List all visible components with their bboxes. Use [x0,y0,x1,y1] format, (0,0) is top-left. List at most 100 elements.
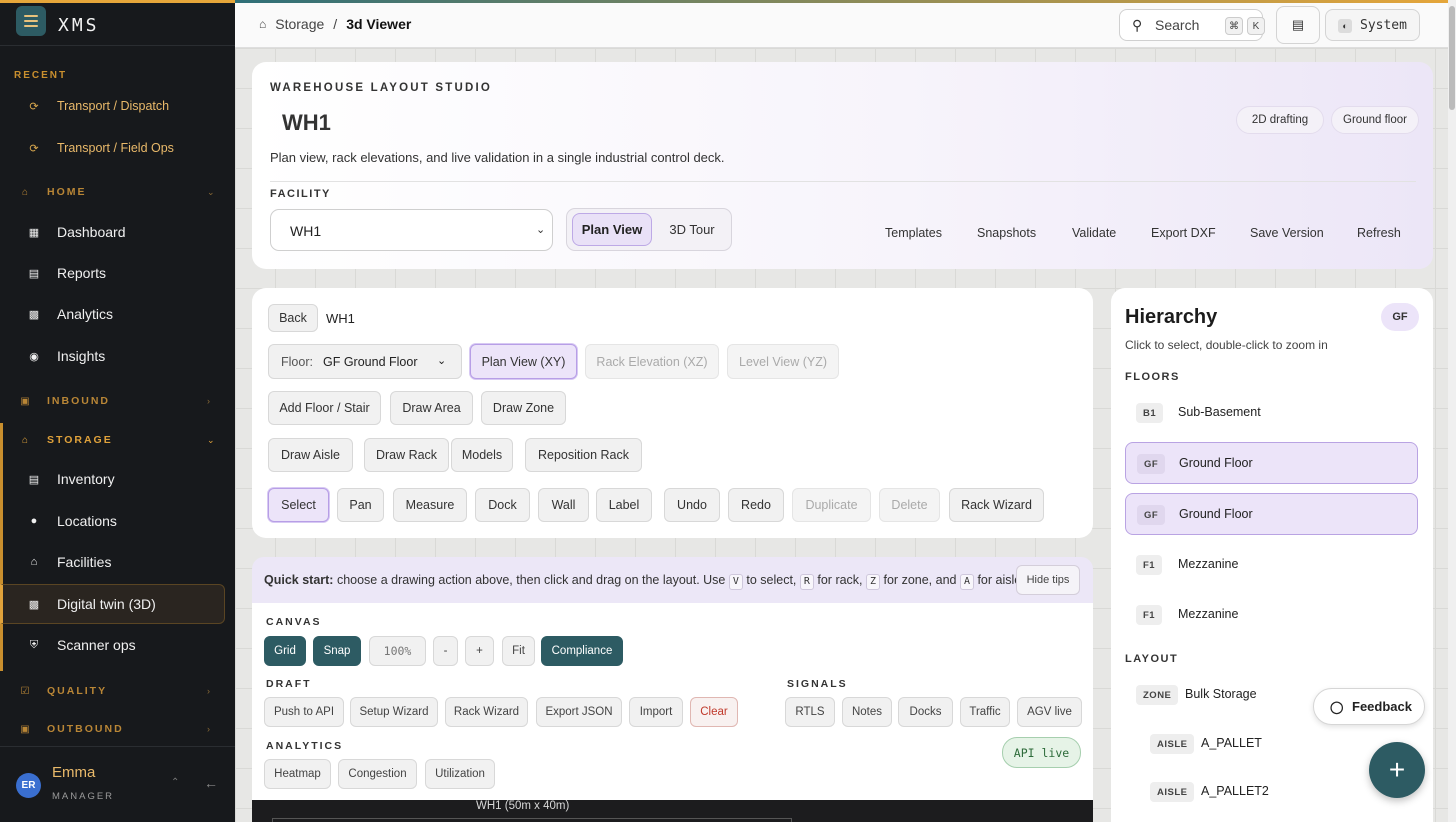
app-logo: XMS [58,15,100,36]
import-button[interactable]: Import [629,697,683,727]
draw-area-button[interactable]: Draw Area [390,391,473,425]
sidebar-item-digital-twin[interactable]: ▩ Digital twin (3D) [0,585,235,623]
hide-tips-button[interactable]: Hide tips [1016,565,1080,595]
menu-icon[interactable] [16,6,46,36]
nav-group-inbound[interactable]: ▣ INBOUND › [0,385,235,417]
nav-group-outbound[interactable]: ▣ OUTBOUND › [0,713,235,745]
pan-tool-button[interactable]: Pan [337,488,384,522]
feedback-button[interactable]: ◯ Feedback [1313,688,1425,725]
templates-button[interactable]: Templates [885,226,942,240]
undo-button[interactable]: Undo [664,488,720,522]
page-scrollbar[interactable] [1448,0,1456,822]
duplicate-button[interactable]: Duplicate [792,488,871,522]
floor-select[interactable]: Floor: GF Ground Floor ⌄ [268,344,462,379]
draw-zone-button[interactable]: Draw Zone [481,391,566,425]
level-view-button[interactable]: Level View (YZ) [727,344,839,379]
dock-tool-button[interactable]: Dock [475,488,530,522]
plan-view-xy-button[interactable]: Plan View (XY) [470,344,577,379]
docks-toggle[interactable]: Docks [898,697,953,727]
snap-toggle[interactable]: Snap [313,636,361,666]
sidebar-item-scanner-ops[interactable]: ⛨ Scanner ops [0,626,235,664]
warehouse-icon: ⌂ [21,434,29,446]
zoom-out-button[interactable]: - [433,636,458,666]
clear-button[interactable]: Clear [690,697,738,727]
drawing-tools-card: Back WH1 Floor: GF Ground Floor ⌄ Plan V… [252,288,1093,538]
label-tool-button[interactable]: Label [596,488,652,522]
avatar: ER [16,773,41,798]
search-button[interactable]: ⚲ Search ⌘ K [1119,9,1265,41]
fit-button[interactable]: Fit [502,636,535,666]
zoom-in-button[interactable]: + [465,636,494,666]
sidebar-item-label: Digital twin (3D) [57,596,156,612]
models-button[interactable]: Models [451,438,513,472]
sidebar-item-dashboard[interactable]: ▦ Dashboard [0,213,235,251]
measure-tool-button[interactable]: Measure [393,488,467,522]
collapse-sidebar-icon[interactable]: ← [204,775,218,791]
draw-aisle-button[interactable]: Draw Aisle [268,438,353,472]
rtls-toggle[interactable]: RTLS [785,697,835,727]
layout-canvas[interactable]: WH1 (50m x 40m) [252,800,1093,822]
reposition-rack-button[interactable]: Reposition Rack [525,438,642,472]
nav-group-home[interactable]: ⌂ HOME ⌄ [0,176,235,208]
nav-group-label: HOME [47,186,87,198]
wall-tool-button[interactable]: Wall [538,488,589,522]
breadcrumb-storage[interactable]: Storage [275,16,324,32]
grid-toggle[interactable]: Grid [264,636,306,666]
delete-button[interactable]: Delete [879,488,940,522]
redo-button[interactable]: Redo [728,488,784,522]
recent-item-dispatch[interactable]: ⟳ Transport / Dispatch [0,87,235,125]
floor-item[interactable]: F1 Mezzanine [1125,544,1418,586]
heatmap-toggle[interactable]: Heatmap [264,759,331,789]
rack-wizard-draft-button[interactable]: Rack Wizard [445,697,528,727]
search-icon: ⚲ [1132,17,1143,33]
home-icon[interactable]: ⌂ [259,17,266,31]
document-button[interactable]: ▤ [1276,6,1320,44]
sidebar-item-analytics[interactable]: ▩ Analytics [0,295,235,333]
floor-value: GF Ground Floor [323,355,418,369]
facility-select[interactable]: WH1 ⌄ [270,209,553,251]
notes-toggle[interactable]: Notes [842,697,892,727]
add-floor-button[interactable]: Add Floor / Stair [268,391,381,425]
rack-wizard-button[interactable]: Rack Wizard [949,488,1044,522]
traffic-toggle[interactable]: Traffic [960,697,1010,727]
sidebar-item-insights[interactable]: ◉ Insights [0,337,235,375]
sidebar-item-label: Dashboard [57,224,126,240]
theme-system-button[interactable]: ◐ System [1325,9,1420,41]
sidebar-item-inventory[interactable]: ▤ Inventory [0,460,235,498]
building-icon: ⌂ [30,556,38,568]
3d-tour-tab[interactable]: 3D Tour [657,213,727,246]
compliance-toggle[interactable]: Compliance [541,636,623,666]
back-button[interactable]: Back [268,304,318,332]
chevron-up-icon[interactable]: ⌃ [171,777,179,788]
export-dxf-button[interactable]: Export DXF [1151,226,1216,240]
sidebar-item-locations[interactable]: ● Locations [0,502,235,540]
rack-elevation-button[interactable]: Rack Elevation (XZ) [585,344,719,379]
setup-wizard-button[interactable]: Setup Wizard [350,697,438,727]
canvas-caption: WH1 (50m x 40m) [476,800,570,812]
agv-live-toggle[interactable]: AGV live [1017,697,1082,727]
select-tool-button[interactable]: Select [268,488,329,522]
push-to-api-button[interactable]: Push to API [264,697,344,727]
save-version-button[interactable]: Save Version [1250,226,1324,240]
utilization-toggle[interactable]: Utilization [425,759,495,789]
floor-item-selected[interactable]: GF Ground Floor [1125,493,1418,535]
refresh-button[interactable]: Refresh [1357,226,1401,240]
floor-item-selected[interactable]: GF Ground Floor [1125,442,1418,484]
nav-group-quality[interactable]: ☑ QUALITY › [0,675,235,707]
plan-view-tab[interactable]: Plan View [572,213,652,246]
floor-item[interactable]: B1 Sub-Basement [1125,392,1418,434]
sidebar-item-label: Analytics [57,306,114,322]
recent-item-field-ops[interactable]: ⟳ Transport / Field Ops [0,129,235,167]
add-fab-button[interactable]: + [1369,742,1425,798]
nav-group-storage[interactable]: ⌂ STORAGE ⌄ [0,424,235,456]
export-json-button[interactable]: Export JSON [536,697,622,727]
floor-item[interactable]: F1 Mezzanine [1125,594,1418,636]
user-card[interactable]: ER Emma MANAGER ⌃ ← [0,746,235,822]
studio-eyebrow: WAREHOUSE LAYOUT STUDIO [270,82,493,94]
validate-button[interactable]: Validate [1072,226,1116,240]
sidebar-item-facilities[interactable]: ⌂ Facilities [0,543,235,581]
draw-rack-button[interactable]: Draw Rack [364,438,449,472]
congestion-toggle[interactable]: Congestion [338,759,417,789]
snapshots-button[interactable]: Snapshots [977,226,1036,240]
sidebar-item-reports[interactable]: ▤ Reports [0,254,235,292]
